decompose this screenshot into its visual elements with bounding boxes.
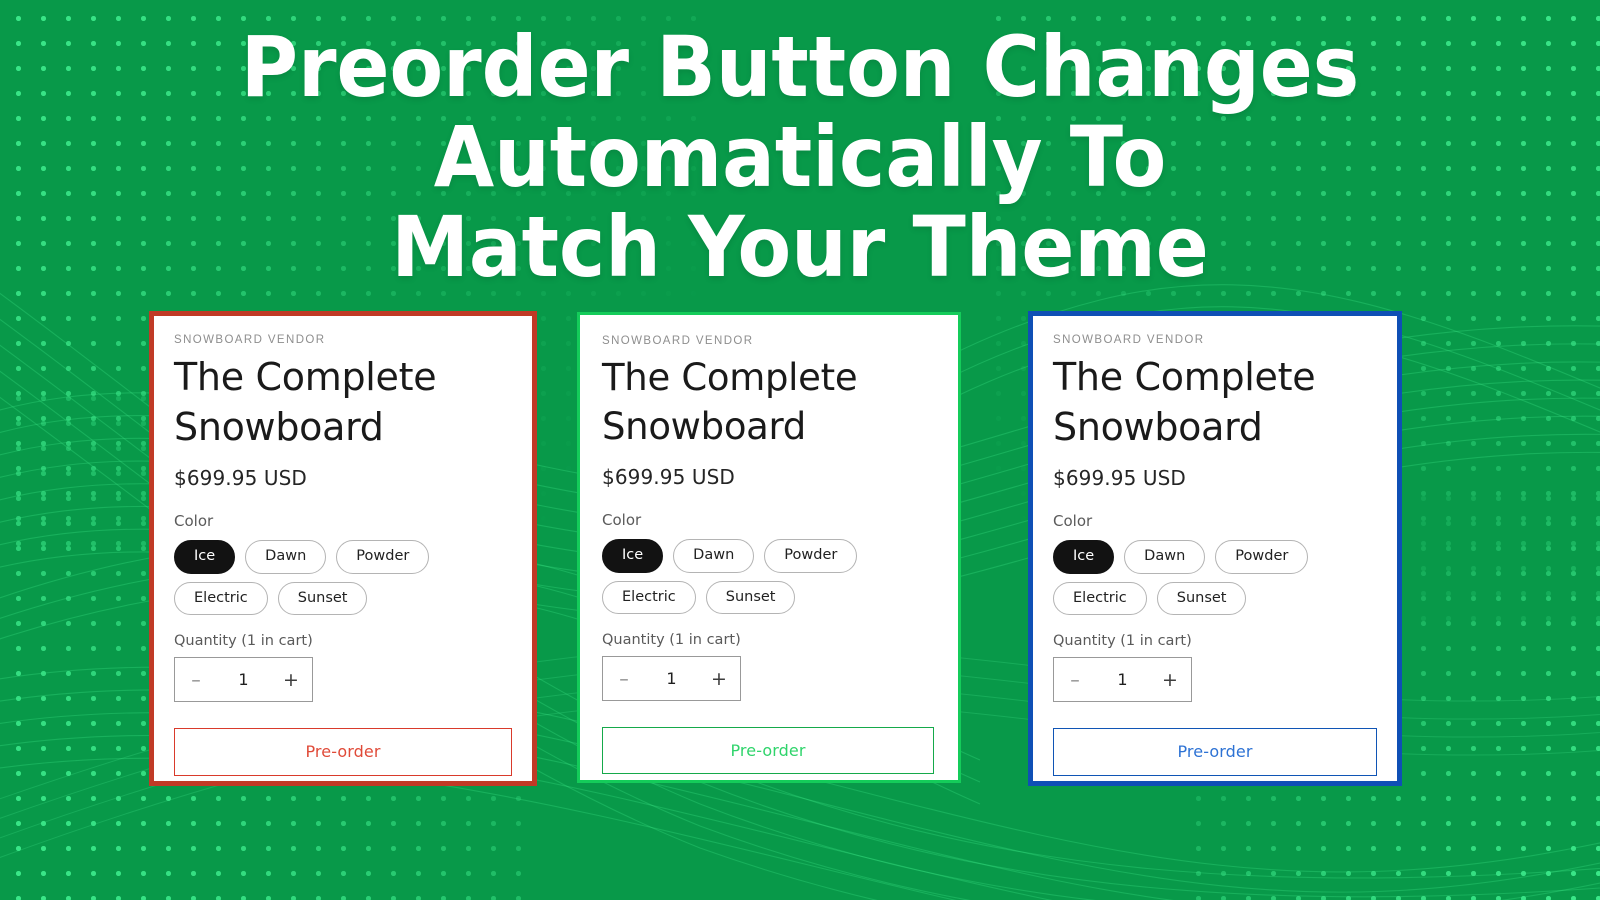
quantity-increase-button[interactable]: + (1149, 658, 1191, 701)
product-title: The Complete Snowboard (1053, 352, 1377, 452)
quantity-value[interactable]: 1 (645, 669, 698, 688)
color-swatch-group: Ice Dawn Powder Electric Sunset (1053, 540, 1353, 615)
color-swatch-dawn[interactable]: Dawn (245, 540, 327, 574)
quantity-value[interactable]: 1 (217, 670, 270, 689)
quantity-stepper[interactable]: – 1 + (602, 656, 741, 701)
product-title-line-1: The Complete (1053, 355, 1316, 399)
color-swatch-dawn[interactable]: Dawn (673, 539, 755, 573)
vendor-label: SNOWBOARD VENDOR (174, 334, 326, 346)
product-price: $699.95 USD (174, 466, 307, 490)
product-title-line-1: The Complete (602, 356, 858, 399)
product-title-line-2: Snowboard (1053, 405, 1263, 449)
quantity-label: Quantity (1 in cart) (1053, 633, 1192, 649)
quantity-value[interactable]: 1 (1096, 670, 1149, 689)
color-swatch-electric[interactable]: Electric (1053, 581, 1147, 615)
headline-line-1: Preorder Button Changes (240, 18, 1360, 116)
product-price: $699.95 USD (1053, 466, 1186, 490)
color-option-label: Color (1053, 512, 1093, 530)
preorder-button[interactable]: Pre-order (602, 727, 934, 774)
product-title-line-2: Snowboard (602, 405, 806, 448)
vendor-label: SNOWBOARD VENDOR (1053, 334, 1205, 346)
color-swatch-ice[interactable]: Ice (1053, 540, 1115, 574)
color-swatch-electric[interactable]: Electric (602, 580, 696, 614)
headline-line-3: Match Your Theme (391, 198, 1209, 296)
quantity-stepper[interactable]: – 1 + (174, 657, 313, 702)
quantity-decrease-button[interactable]: – (175, 658, 217, 701)
preorder-button[interactable]: Pre-order (1053, 728, 1377, 776)
color-swatch-group: Ice Dawn Powder Electric Sunset (174, 540, 474, 615)
quantity-increase-button[interactable]: + (270, 658, 312, 701)
color-swatch-sunset[interactable]: Sunset (1156, 581, 1247, 615)
page-headline: Preorder Button Changes Automatically To… (56, 22, 1544, 292)
card-content: SNOWBOARD VENDOR The Complete Snowboard … (586, 321, 952, 774)
color-swatch-ice[interactable]: Ice (174, 540, 236, 574)
product-title-line-1: The Complete (174, 355, 437, 399)
quantity-decrease-button[interactable]: – (603, 657, 645, 700)
product-title-line-2: Snowboard (174, 405, 384, 449)
quantity-label: Quantity (1 in cart) (602, 632, 741, 648)
preorder-button[interactable]: Pre-order (174, 728, 512, 776)
product-title: The Complete Snowboard (174, 352, 512, 452)
color-swatch-group: Ice Dawn Powder Electric Sunset (602, 539, 902, 614)
quantity-increase-button[interactable]: + (698, 657, 740, 700)
headline-line-2: Automatically To (433, 108, 1167, 206)
product-card-blue-theme: SNOWBOARD VENDOR The Complete Snowboard … (1028, 311, 1402, 786)
color-swatch-sunset[interactable]: Sunset (277, 581, 368, 615)
color-swatch-sunset[interactable]: Sunset (705, 580, 796, 614)
color-option-label: Color (174, 512, 214, 530)
color-swatch-ice[interactable]: Ice (602, 539, 664, 573)
quantity-label: Quantity (1 in cart) (174, 633, 313, 649)
product-price: $699.95 USD (602, 465, 735, 489)
color-swatch-powder[interactable]: Powder (336, 540, 430, 574)
quantity-stepper[interactable]: – 1 + (1053, 657, 1192, 702)
quantity-decrease-button[interactable]: – (1054, 658, 1096, 701)
color-swatch-electric[interactable]: Electric (174, 581, 268, 615)
card-content: SNOWBOARD VENDOR The Complete Snowboard … (154, 316, 532, 781)
color-swatch-dawn[interactable]: Dawn (1124, 540, 1206, 574)
color-option-label: Color (602, 511, 642, 529)
product-title: The Complete Snowboard (602, 353, 934, 451)
card-content: SNOWBOARD VENDOR The Complete Snowboard … (1033, 316, 1397, 781)
color-swatch-powder[interactable]: Powder (1215, 540, 1309, 574)
product-card-green-theme: SNOWBOARD VENDOR The Complete Snowboard … (580, 315, 958, 780)
vendor-label: SNOWBOARD VENDOR (602, 335, 754, 347)
color-swatch-powder[interactable]: Powder (764, 539, 858, 573)
product-card-red-theme: SNOWBOARD VENDOR The Complete Snowboard … (149, 311, 537, 786)
